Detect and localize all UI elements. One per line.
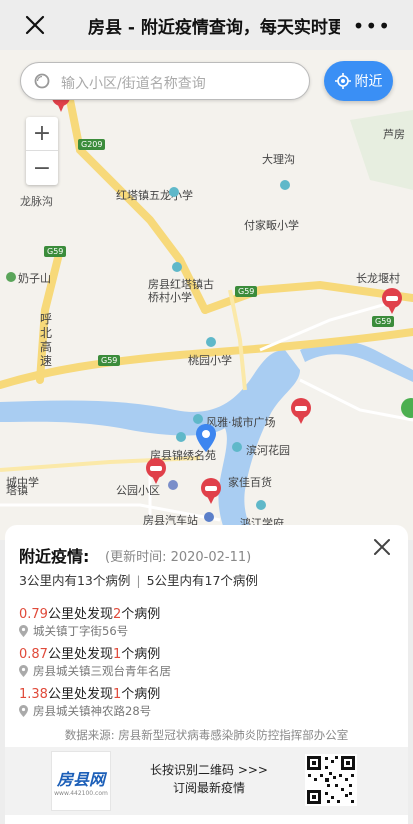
road-label-g59: G59 (372, 316, 395, 327)
case-marker-icon[interactable] (290, 398, 312, 424)
case-item[interactable]: 0.79公里处发现2个病例 (19, 603, 160, 622)
case-marker-icon[interactable] (200, 478, 222, 504)
case-address-text: 城关镇丁字街56号 (33, 624, 129, 638)
subscribe-text: 长按识别二维码 >>> 订阅最新疫情 (135, 761, 283, 797)
location-pin-icon (19, 625, 28, 637)
case-text: 公里处发现 (47, 647, 113, 662)
search-icon (34, 73, 50, 89)
map-label: 房县红塔镇古桥村小学 (148, 278, 214, 304)
case-summary: 3公里内有13个病例 | 5公里内有17个病例 (19, 570, 258, 589)
map-label: 家佳百货 (228, 476, 272, 489)
poi-icon (256, 500, 266, 510)
case-item[interactable]: 1.38公里处发现1个病例 (19, 683, 160, 702)
poi-icon (6, 272, 16, 282)
case-distance: 1.38 (19, 687, 48, 702)
map-view[interactable]: G209 G59 G59 G59 G59 芦房 大理沟 红塔镇五龙小学 付家畈小… (0, 50, 413, 540)
poi-icon (206, 337, 216, 347)
case-text: 公里处发现 (47, 687, 113, 702)
poi-icon (204, 512, 214, 522)
map-label: 公园小区 (116, 484, 160, 497)
map-label: 芦房 (383, 128, 405, 141)
road-label-g59: G59 (235, 286, 258, 297)
summary-3km: 3公里内有13个病例 (19, 573, 131, 588)
case-text: 公里处发现 (47, 607, 113, 622)
poi-icon (193, 414, 203, 424)
case-marker-icon[interactable] (400, 398, 413, 424)
subscribe-line-1: 长按识别二维码 >>> (150, 763, 268, 777)
map-label: 塔镇 (6, 484, 28, 497)
map-label: 风雅·城市广场 (206, 416, 276, 429)
update-time: (更新时间: 2020-02-11) (105, 550, 252, 565)
poi-icon (169, 187, 179, 197)
case-marker-icon[interactable] (145, 458, 167, 484)
case-count: 1 (112, 687, 122, 702)
search-box[interactable]: 输入小区/街道名称查询 (20, 62, 310, 100)
case-address-text: 房县城关镇神农路28号 (33, 704, 152, 718)
case-address: 城关镇丁字街56号 (19, 623, 128, 639)
case-marker-icon[interactable] (381, 288, 403, 314)
case-address: 房县城关镇神农路28号 (19, 703, 151, 719)
map-label: 滨河花园 (246, 444, 290, 457)
case-text: 个病例 (121, 647, 161, 662)
map-label: 呼北高速 (40, 312, 53, 368)
map-label: 红塔镇五龙小学 (116, 189, 193, 202)
poi-icon (176, 432, 186, 442)
map-label: 长龙堰村 (356, 272, 400, 285)
map-label: 大理沟 (262, 153, 295, 166)
case-text: 个病例 (121, 607, 161, 622)
title-bar: 房县 - 附近疫情查询，每天实时更新 ••• (0, 0, 413, 50)
zoom-in-button[interactable]: + (26, 117, 58, 151)
poi-icon (172, 262, 182, 272)
location-pin-icon (19, 705, 28, 717)
more-options-button[interactable]: ••• (353, 14, 391, 38)
page-title: 房县 - 附近疫情查询，每天实时更新 (88, 18, 340, 38)
case-distance: 0.87 (19, 647, 48, 662)
subscribe-line-2: 订阅最新疫情 (172, 781, 245, 795)
location-pin-icon (19, 665, 28, 677)
logo-text: 房县网 (56, 769, 105, 789)
map-label: 龙脉沟 (20, 195, 53, 208)
zoom-out-button[interactable]: − (26, 151, 58, 185)
map-label: 奶子山 (18, 272, 51, 285)
poi-icon (168, 480, 178, 490)
fangxian-logo: 房县网 www.442100.com (51, 751, 111, 811)
case-distance: 0.79 (19, 607, 48, 622)
road-label-g209: G209 (78, 139, 106, 150)
subscribe-banner[interactable]: 房县网 www.442100.com 长按识别二维码 >>> 订阅最新疫情 (5, 747, 408, 815)
poi-icon (280, 180, 290, 190)
case-item[interactable]: 0.87公里处发现1个病例 (19, 643, 160, 662)
close-icon[interactable] (22, 12, 48, 38)
nearby-label: 附近 (354, 74, 383, 90)
map-label: 付家畈小学 (244, 219, 299, 232)
data-source: 数据来源: 房县新型冠状病毒感染肺炎防控指挥部办公室 (64, 728, 349, 742)
case-address: 房县城关镇三观台青年名居 (19, 663, 171, 679)
nearby-cases-panel: 附近疫情: (更新时间: 2020-02-11) 3公里内有13个病例 | 5公里内… (5, 525, 408, 824)
nearby-button[interactable]: 附近 (324, 61, 393, 101)
panel-title: 附近疫情: (19, 547, 90, 566)
case-count: 1 (112, 647, 122, 662)
zoom-control: + − (26, 117, 58, 185)
road-label-g59: G59 (98, 355, 121, 366)
search-input[interactable]: 输入小区/街道名称查询 (61, 73, 206, 93)
case-text: 个病例 (121, 687, 161, 702)
poi-icon (232, 442, 242, 452)
locate-icon (334, 73, 351, 89)
case-count: 2 (112, 607, 122, 622)
summary-5km: 5公里内有17个病例 (146, 573, 258, 588)
map-label: 桃园小学 (188, 354, 232, 367)
logo-url: www.442100.com (54, 789, 108, 797)
road-label-g59: G59 (44, 246, 67, 257)
close-panel-icon[interactable] (372, 537, 392, 557)
qr-code-icon[interactable] (305, 754, 357, 806)
current-location-pin-icon (196, 424, 216, 452)
summary-separator: | (136, 573, 141, 588)
case-address-text: 房县城关镇三观台青年名居 (33, 664, 171, 678)
